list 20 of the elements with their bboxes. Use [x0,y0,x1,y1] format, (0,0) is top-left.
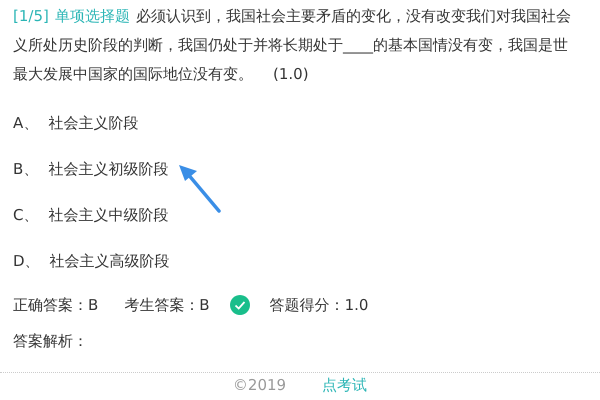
option-text: 社会主义中级阶段 [48,205,168,226]
analysis-label: 答案解析： [12,331,89,352]
question-score: (1.0) [273,64,309,85]
question-text: 义所处历史阶段的判断，我国仍处于并将长期处于____的基本国情没有变，我国是世 [13,35,568,56]
question-text: 最大发展中国家的国际地位没有变。 [13,64,253,85]
question-number: [1/5] [13,6,49,27]
option-letter: B、 [13,159,38,180]
copyright-text: ©2019 [232,376,286,394]
option-letter: C、 [13,205,38,226]
option-text: 社会主义高级阶段 [50,251,170,272]
brand-link[interactable]: 点考试 [322,376,368,394]
option-text: 社会主义初级阶段 [48,159,168,180]
question-type: 单项选择题 [54,6,130,27]
option-text: 社会主义阶段 [48,113,138,134]
score-earned: 答题得分：1.0 [270,296,368,314]
correct-answer: 正确答案：B [13,296,98,314]
student-answer: 考生答案：B [124,296,210,314]
option-letter: D、 [13,251,40,272]
option-letter: A、 [13,113,38,134]
question-text: 必须认识到，我国社会主要矛盾的变化，没有改变我们对我国社会 [136,6,571,27]
